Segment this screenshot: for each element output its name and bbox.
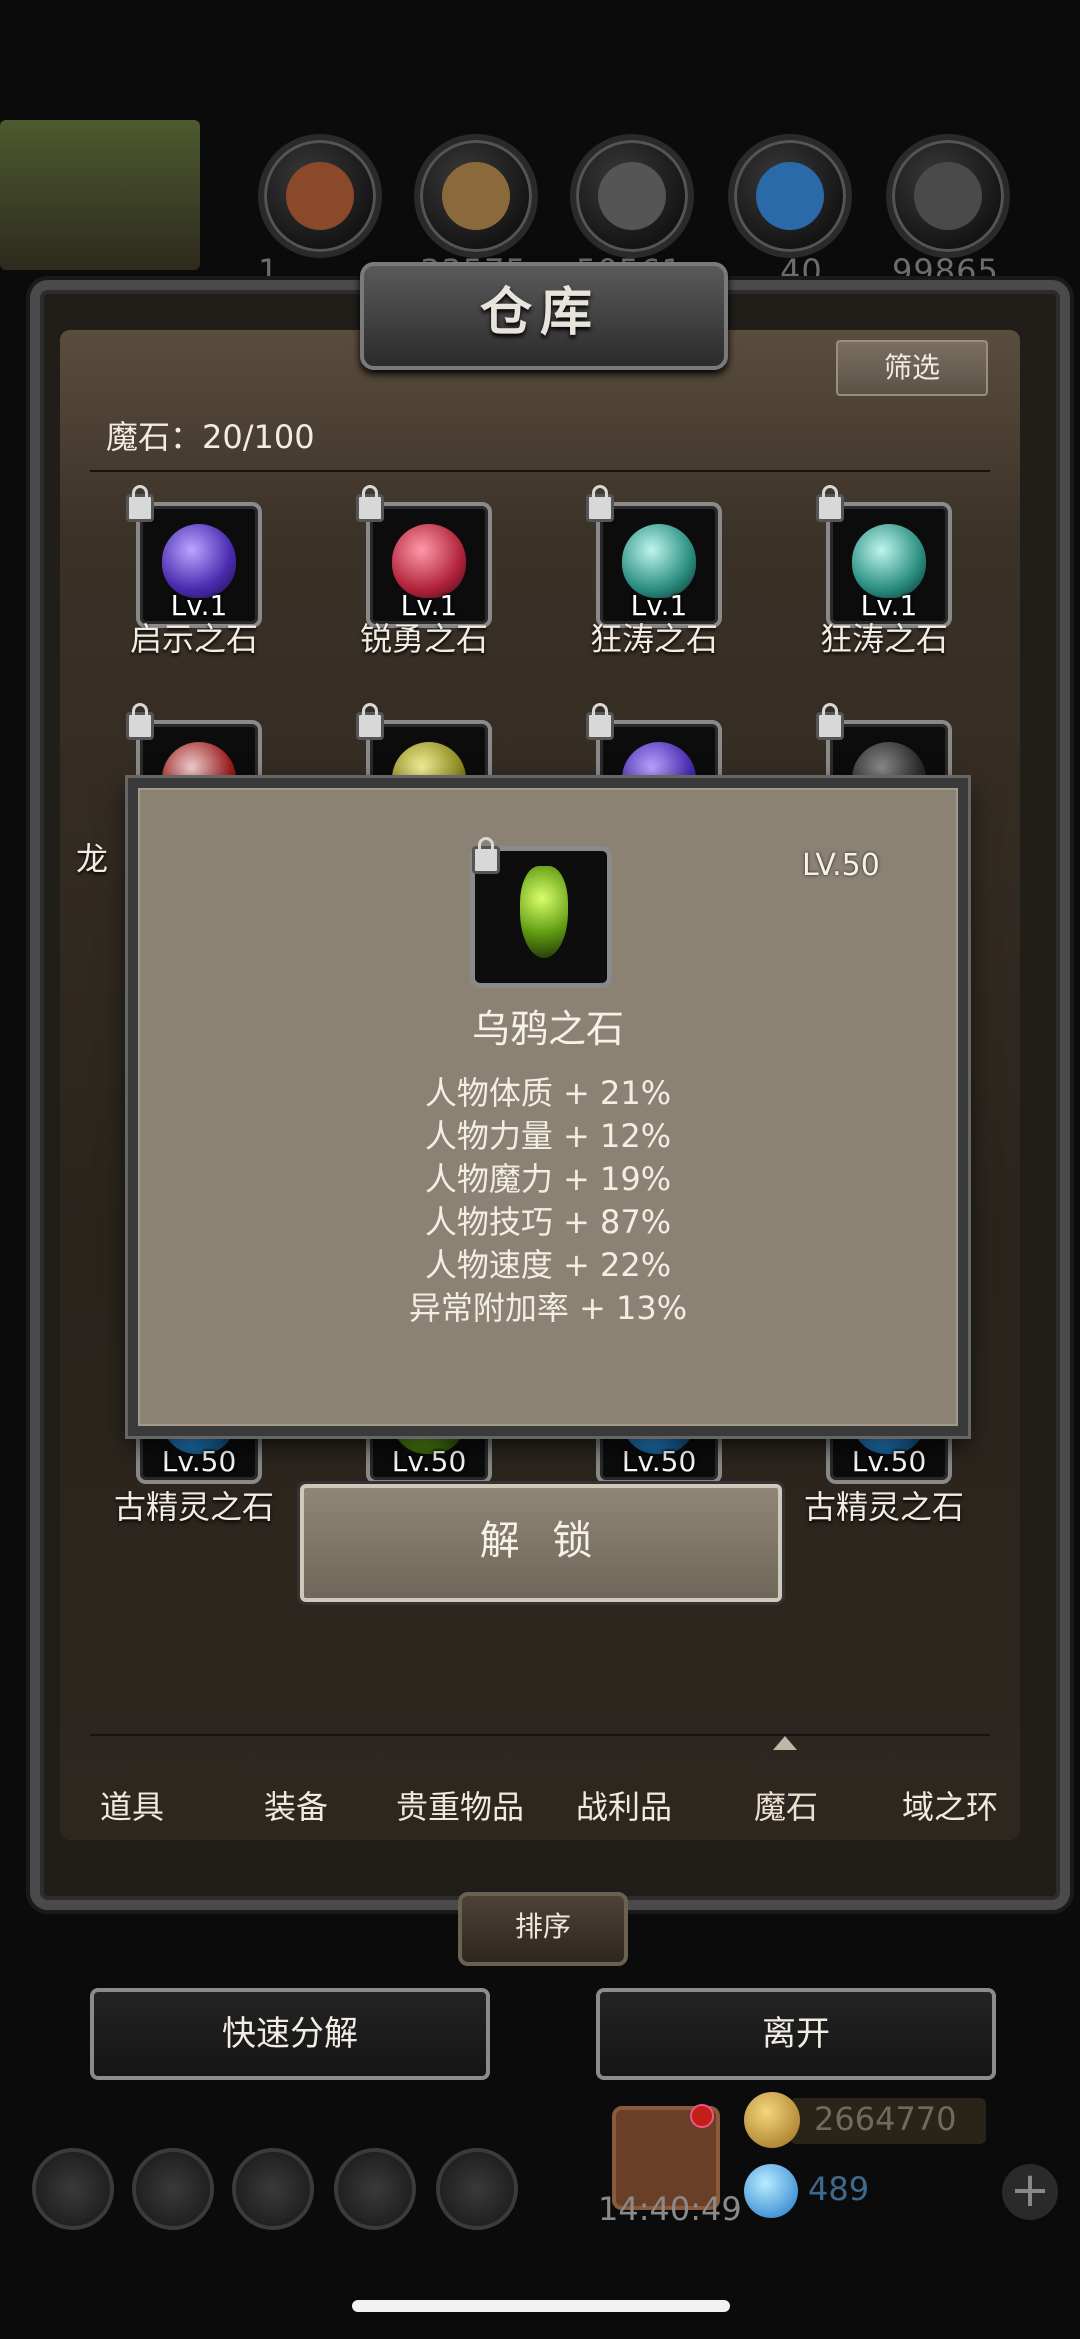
stat-line: 人物体质 + 21%: [424, 1074, 672, 1112]
add-currency-button[interactable]: +: [1002, 2164, 1058, 2220]
tab-magic-stones[interactable]: 魔石: [716, 1782, 856, 1828]
item-name: 古精灵之石: [803, 1488, 964, 1526]
stone-count: 魔石：20/100: [106, 418, 315, 456]
town-thumbnail[interactable]: [0, 120, 200, 270]
settings-icon[interactable]: [32, 2148, 114, 2230]
gem-currency-icon: [744, 2164, 798, 2218]
gem-icon: [162, 524, 236, 598]
stat-line: 异常附加率 + 13%: [408, 1289, 688, 1327]
lock-icon: [586, 703, 614, 740]
warehouse-title: 仓库: [479, 282, 600, 343]
resource-stone-icon: [570, 134, 694, 258]
map-icon[interactable]: [436, 2148, 518, 2230]
gem-icon: [392, 524, 466, 598]
stat-line: 人物技巧 + 87%: [424, 1203, 672, 1241]
item-slot[interactable]: Lv.1: [356, 485, 492, 628]
lock-icon: [356, 703, 384, 740]
stat-list: 人物体质 + 21% 人物力量 + 12% 人物魔力 + 19% 人物技巧 + …: [128, 1072, 968, 1330]
gold-coin-icon: [744, 2092, 800, 2148]
achievement-icon[interactable]: [132, 2148, 214, 2230]
stat-line: 人物速度 + 22%: [424, 1246, 672, 1284]
tab-items[interactable]: 道具: [62, 1782, 202, 1828]
stat-line: 人物魔力 + 19%: [424, 1160, 672, 1198]
lock-icon: [816, 703, 844, 740]
gem-icon: [622, 524, 696, 598]
divider-top: [90, 470, 990, 472]
sort-button[interactable]: 排序: [458, 1892, 628, 1966]
leave-button[interactable]: 离开: [596, 1988, 996, 2080]
item-name: 狂涛之石: [589, 620, 718, 658]
gold-amount: 2664770: [814, 2100, 957, 2138]
resource-crystal-icon: [728, 134, 852, 258]
tab-valuables[interactable]: 贵重物品: [390, 1782, 530, 1828]
lock-icon: [816, 485, 844, 522]
modal-stone-name: 乌鸦之石: [471, 1007, 624, 1051]
divider-tabs: [90, 1734, 990, 1736]
stat-line: 人物力量 + 12%: [424, 1117, 672, 1155]
item-name: 古精灵之石: [113, 1488, 274, 1526]
item-slot[interactable]: Lv.1: [586, 485, 722, 628]
lock-icon: [356, 485, 384, 522]
timer: 14:40:49: [598, 2190, 742, 2228]
tab-equipment[interactable]: 装备: [226, 1782, 366, 1828]
unlock-button[interactable]: 解 锁: [300, 1484, 782, 1602]
resource-timber-icon: [414, 134, 538, 258]
guild-icon[interactable]: [232, 2148, 314, 2230]
notification-dot-icon: [690, 2104, 714, 2128]
item-level: Lv.50: [391, 1445, 467, 1478]
item-level: Lv.50: [621, 1445, 697, 1478]
item-name: 狂涛之石: [819, 620, 948, 658]
gem-icon: [852, 524, 926, 598]
filter-button[interactable]: 筛选: [836, 340, 988, 396]
item-name: 启示之石: [129, 620, 258, 658]
active-tab-caret-icon: [773, 1736, 797, 1750]
item-level: Lv.50: [161, 1445, 237, 1478]
item-slot[interactable]: Lv.1: [816, 485, 952, 628]
mail-icon[interactable]: [334, 2148, 416, 2230]
lock-icon: [472, 837, 500, 874]
raven-stone-icon: [520, 866, 568, 958]
resource-iron-icon: [886, 134, 1010, 258]
lock-icon: [126, 703, 154, 740]
tab-domain-ring[interactable]: 域之环: [880, 1782, 1020, 1828]
tab-loot[interactable]: 战利品: [554, 1782, 694, 1828]
lock-icon: [126, 485, 154, 522]
modal-level: LV.50: [802, 848, 880, 883]
item-slot[interactable]: Lv.1: [126, 485, 262, 628]
home-indicator[interactable]: [352, 2300, 730, 2312]
gem-amount: 489: [808, 2170, 870, 2208]
item-name-partial: 龙: [75, 840, 108, 878]
item-name: 锐勇之石: [359, 620, 488, 658]
quick-decompose-button[interactable]: 快速分解: [90, 1988, 490, 2080]
lock-icon: [586, 485, 614, 522]
resource-wood-icon: [258, 134, 382, 258]
item-level: Lv.50: [851, 1445, 927, 1478]
